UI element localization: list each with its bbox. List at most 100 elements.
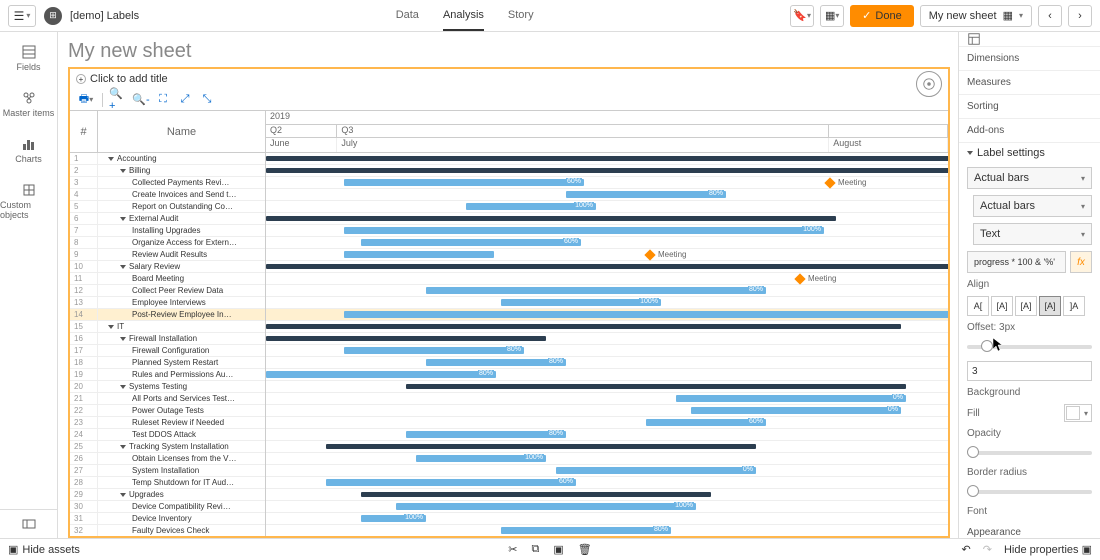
gantt-bar[interactable]: 100% — [396, 503, 696, 510]
section-sorting[interactable]: Sorting — [959, 95, 1100, 119]
table-row[interactable]: 3Collected Payments Revi… — [70, 177, 265, 189]
opacity-slider[interactable] — [967, 451, 1092, 455]
prev-sheet-button[interactable]: ‹ — [1038, 5, 1062, 27]
tab-data[interactable]: Data — [396, 1, 419, 31]
bar-type-select[interactable]: Actual bars▾ — [973, 195, 1092, 217]
gantt-bar[interactable]: 60% — [344, 179, 584, 186]
gantt-bar[interactable]: 60% — [326, 479, 576, 486]
gantt-bar[interactable]: 80% — [426, 287, 766, 294]
milestone-icon[interactable] — [644, 249, 655, 260]
paste-button[interactable]: ▣ — [553, 543, 563, 556]
table-row[interactable]: 31Device Inventory — [70, 513, 265, 525]
fill-color[interactable]: ▾ — [1064, 404, 1092, 422]
table-row[interactable]: 28Temp Shutdown for IT Aud… — [70, 477, 265, 489]
border-slider[interactable] — [967, 490, 1092, 494]
table-row[interactable]: 6External Audit — [70, 213, 265, 225]
gantt-bar[interactable]: 80% — [344, 347, 524, 354]
smart-suggest-button[interactable] — [916, 71, 942, 97]
table-row[interactable]: 16Firewall Installation — [70, 333, 265, 345]
align-left-outside[interactable]: A[ — [967, 296, 989, 316]
table-row[interactable]: 27System Installation — [70, 465, 265, 477]
rail-master-items[interactable]: Master items — [0, 84, 57, 124]
gantt-bar[interactable]: 80% — [406, 431, 566, 438]
gantt-bar[interactable]: 80% — [426, 359, 566, 366]
hide-properties-button[interactable]: Hide properties ▣ — [1004, 543, 1092, 556]
gantt-bar[interactable]: 80% — [566, 191, 726, 198]
align-right-outside[interactable]: ]A — [1063, 296, 1085, 316]
table-row[interactable]: 10Salary Review — [70, 261, 265, 273]
table-row[interactable]: 7Installing Upgrades — [70, 225, 265, 237]
gantt-bar[interactable]: 60% — [361, 239, 581, 246]
gantt-bar[interactable] — [326, 444, 756, 449]
tab-story[interactable]: Story — [508, 1, 534, 31]
table-row[interactable]: 1Accounting — [70, 153, 265, 165]
gantt-bar[interactable] — [361, 492, 711, 497]
table-row[interactable]: 14Post-Review Employee In… — [70, 309, 265, 321]
gantt-bar[interactable] — [266, 168, 948, 173]
undo-button[interactable]: ↶ — [962, 543, 971, 556]
table-row[interactable]: 13Employee Interviews — [70, 297, 265, 309]
gantt-bar[interactable] — [266, 156, 948, 161]
fit-button[interactable]: ⛶ — [153, 91, 173, 109]
gantt-bar[interactable] — [266, 264, 948, 269]
table-row[interactable]: 29Upgrades — [70, 489, 265, 501]
gantt-bar[interactable]: 100% — [416, 455, 546, 462]
hide-assets-button[interactable]: ▣ Hide assets — [8, 543, 80, 556]
section-appearance[interactable]: Appearance — [959, 521, 1100, 538]
table-row[interactable]: 18Planned System Restart — [70, 357, 265, 369]
table-row[interactable]: 8Organize Access for Extern… — [70, 237, 265, 249]
content-type-select[interactable]: Text▾ — [973, 223, 1092, 245]
table-row[interactable]: 32Faulty Devices Check — [70, 525, 265, 536]
table-row[interactable]: 21All Ports and Services Test… — [70, 393, 265, 405]
done-button[interactable]: ✓ Done — [850, 5, 914, 27]
gantt-bar[interactable] — [266, 216, 836, 221]
table-row[interactable]: 24Test DDOS Attack — [70, 429, 265, 441]
milestone-icon[interactable] — [794, 273, 805, 284]
viz-title-placeholder[interactable]: + Click to add title — [70, 69, 948, 89]
offset-input[interactable] — [967, 361, 1092, 381]
formula-input[interactable]: progress * 100 & '%' — [967, 251, 1066, 273]
collapse-button[interactable]: ⤡ — [197, 91, 217, 109]
next-sheet-button[interactable]: › — [1068, 5, 1092, 27]
table-row[interactable]: 9Review Audit Results — [70, 249, 265, 261]
align-left-inside[interactable]: [A] — [991, 296, 1013, 316]
table-row[interactable]: 26Obtain Licenses from the V… — [70, 453, 265, 465]
gantt-bar[interactable]: 80% — [501, 527, 671, 534]
gantt-bar[interactable]: 60% — [646, 419, 766, 426]
align-center[interactable]: [A] — [1015, 296, 1037, 316]
gantt-bar[interactable]: 100% — [466, 203, 596, 210]
fx-button[interactable]: fx — [1070, 251, 1092, 273]
gantt-bar[interactable] — [266, 336, 546, 341]
rail-custom-objects[interactable]: Custom objects — [0, 176, 57, 226]
label-group-select[interactable]: Actual bars▾ — [967, 167, 1092, 189]
table-row[interactable]: 25Tracking System Installation — [70, 441, 265, 453]
gantt-bar[interactable]: 100% — [361, 515, 426, 522]
table-row[interactable]: 23Ruleset Review if Needed — [70, 417, 265, 429]
table-row[interactable]: 11Board Meeting — [70, 273, 265, 285]
bookmark-button[interactable]: 🔖▾ — [790, 5, 814, 27]
tab-analysis[interactable]: Analysis — [443, 1, 484, 31]
panel-icon[interactable] — [959, 32, 1100, 47]
table-row[interactable]: 15IT — [70, 321, 265, 333]
milestone-icon[interactable] — [824, 177, 835, 188]
table-row[interactable]: 22Power Outage Tests — [70, 405, 265, 417]
rail-fields[interactable]: Fields — [0, 38, 57, 78]
sheet-title[interactable]: My new sheet — [68, 40, 950, 63]
menu-button[interactable]: ☰▾ — [8, 5, 36, 27]
sheet-list-button[interactable]: ▦▾ — [820, 5, 844, 27]
gantt-bar[interactable]: 80% — [266, 371, 496, 378]
expand-button[interactable]: ⤢ — [175, 91, 195, 109]
align-right-inside[interactable]: [A] — [1039, 296, 1061, 316]
section-addons[interactable]: Add-ons — [959, 119, 1100, 143]
gantt-bar[interactable]: 0% — [676, 395, 906, 402]
table-row[interactable]: 5Report on Outstanding Co… — [70, 201, 265, 213]
gantt-bar[interactable]: 100% — [344, 227, 824, 234]
delete-button[interactable]: 🗑 — [578, 543, 592, 556]
gantt-bar[interactable] — [266, 324, 901, 329]
zoom-out-button[interactable]: 🔍- — [131, 91, 151, 109]
print-button[interactable]: 🖶▾ — [76, 91, 96, 109]
table-row[interactable]: 19Rules and Permissions Au… — [70, 369, 265, 381]
gantt-bar[interactable]: 100% — [501, 299, 661, 306]
sheet-selector[interactable]: My new sheet ▦ ▾ — [920, 5, 1032, 27]
table-row[interactable]: 2Billing — [70, 165, 265, 177]
